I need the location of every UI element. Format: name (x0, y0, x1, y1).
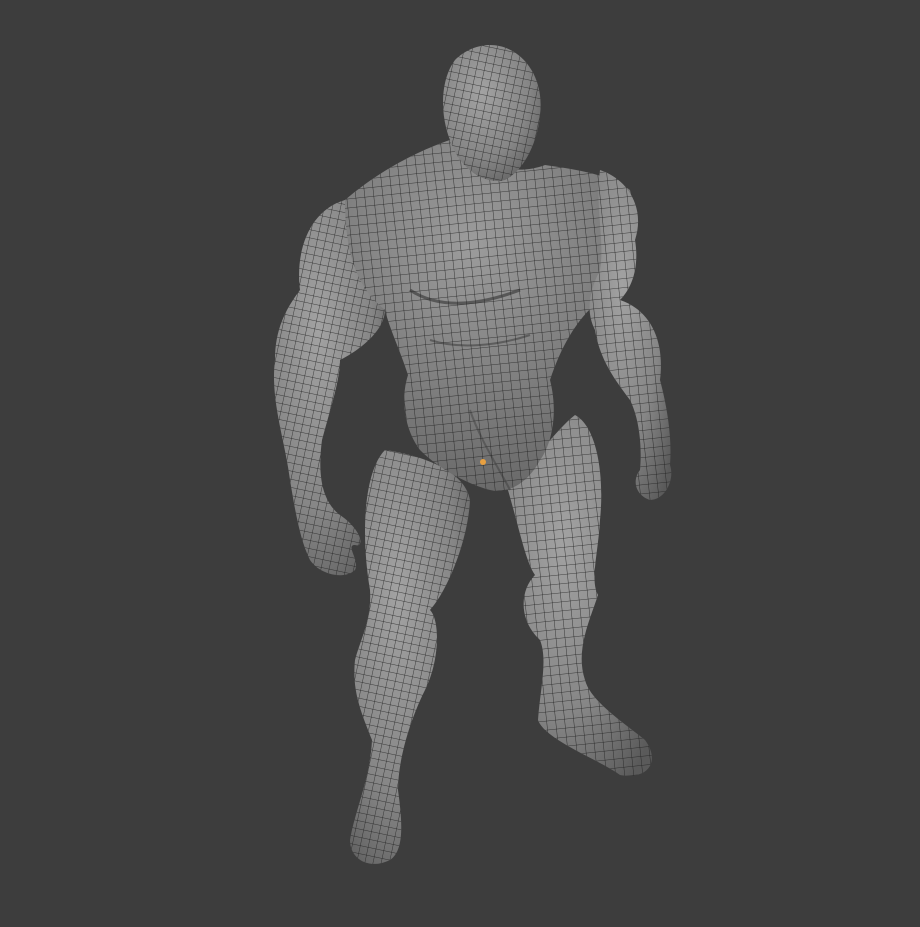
right-arm (589, 170, 672, 500)
3d-viewport[interactable] (0, 0, 920, 927)
origin-point (480, 459, 486, 465)
mesh-render (273, 45, 672, 864)
left-leg (350, 450, 470, 864)
